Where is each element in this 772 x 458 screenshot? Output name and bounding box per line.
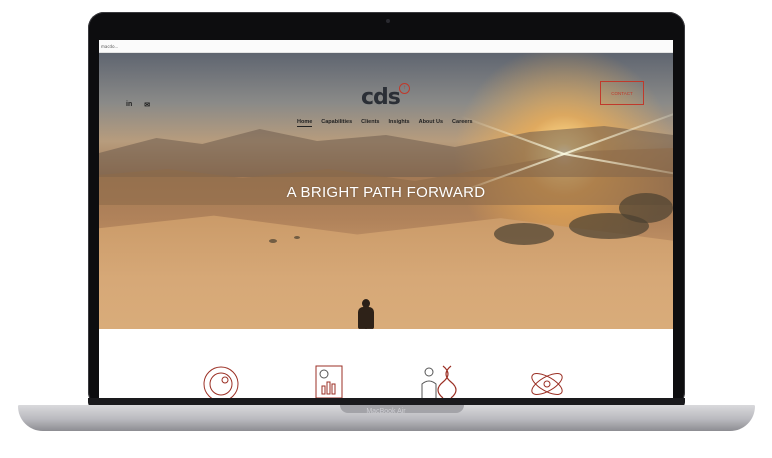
logo-arrow-icon: ↑ — [399, 83, 410, 94]
nav-item-capabilities[interactable]: Capabilities — [321, 119, 352, 127]
device-brand-label: MacBook Air — [366, 408, 406, 415]
atom-icon[interactable] — [527, 364, 567, 398]
hero-headline: A BRIGHT PATH FORWARD — [286, 184, 486, 201]
desert-shrub — [494, 223, 554, 245]
desert-shrub — [294, 236, 300, 239]
contact-button[interactable]: CONTACT — [600, 81, 644, 105]
desert-shrub — [269, 239, 277, 243]
hero-banner: in ✉ cds ↑ Home Capabilities Clients Ins… — [99, 53, 673, 329]
linkedin-icon[interactable]: in — [126, 101, 132, 109]
nav-item-insights[interactable]: Insights — [389, 119, 410, 127]
person-dna-icon[interactable] — [417, 364, 457, 398]
person-silhouette — [355, 299, 377, 329]
site-logo[interactable]: cds — [361, 85, 401, 110]
browser-screen: macdo... in ✉ cds ↑ Home Capabilities Cl… — [99, 40, 673, 398]
report-chart-icon[interactable] — [310, 364, 350, 398]
social-links: in ✉ — [126, 101, 150, 109]
mail-icon[interactable]: ✉ — [144, 101, 150, 109]
360-icon[interactable] — [201, 364, 241, 398]
nav-item-about-us[interactable]: About Us — [419, 119, 443, 127]
main-nav: Home Capabilities Clients Insights About… — [297, 119, 473, 127]
nav-item-careers[interactable]: Careers — [452, 119, 473, 127]
nav-item-home[interactable]: Home — [297, 119, 313, 127]
nav-item-clients[interactable]: Clients — [361, 119, 379, 127]
feature-icons-row — [99, 329, 673, 398]
camera-icon — [386, 19, 390, 23]
url-bar[interactable]: macdo... — [99, 40, 673, 53]
